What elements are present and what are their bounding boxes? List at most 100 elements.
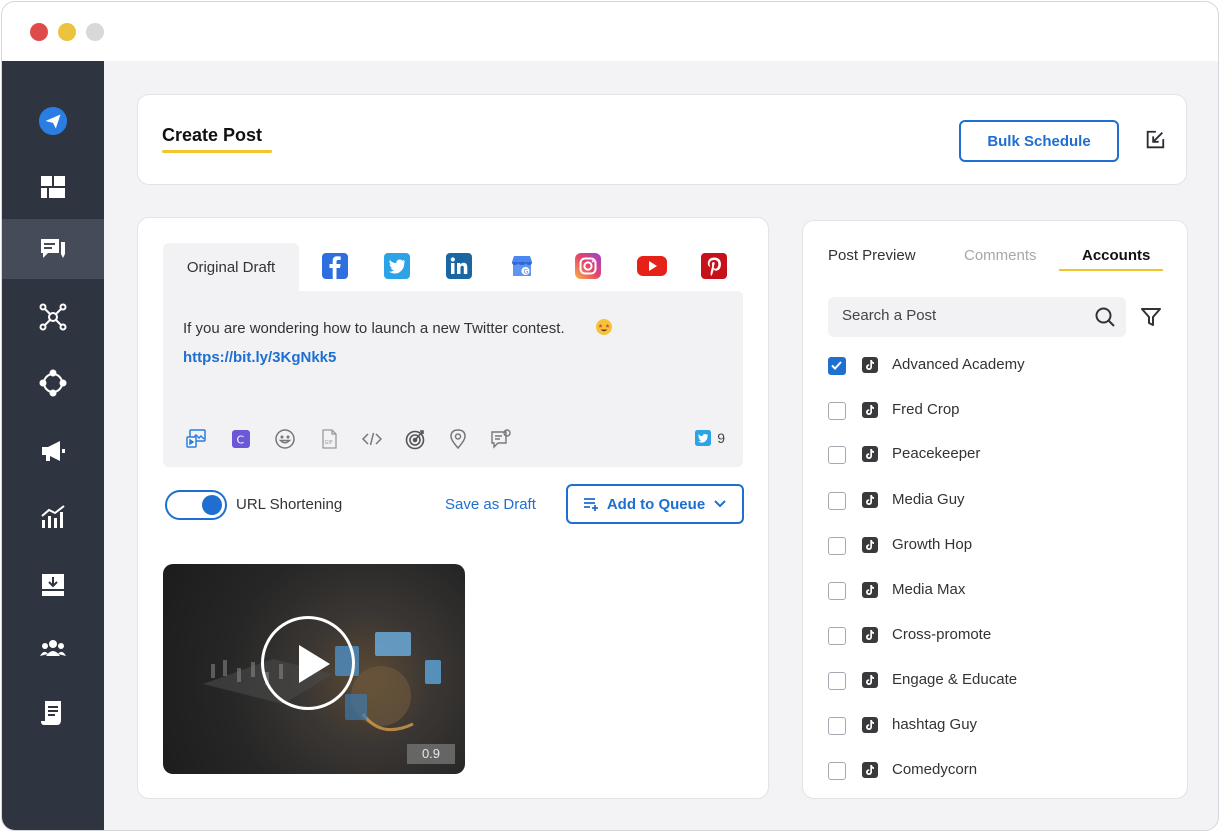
twitter-icon[interactable]: [384, 253, 410, 279]
tab-post-preview[interactable]: Post Preview: [828, 247, 916, 264]
account-name: Advanced Academy: [892, 356, 1025, 373]
post-editor[interactable]: If you are wondering how to launch a new…: [163, 291, 743, 467]
account-checkbox[interactable]: [828, 762, 846, 780]
account-checkbox[interactable]: [828, 627, 846, 645]
account-checkbox[interactable]: [828, 446, 846, 464]
account-row[interactable]: Media Max: [828, 579, 1168, 603]
team-icon: [40, 640, 66, 656]
search-icon[interactable]: [1094, 306, 1116, 328]
youtube-icon[interactable]: [637, 253, 667, 279]
linkedin-icon[interactable]: [446, 253, 472, 279]
account-search: [828, 297, 1126, 337]
account-row[interactable]: hashtag Guy: [828, 714, 1168, 738]
account-name: Fred Crop: [892, 401, 960, 418]
right-panel: Post Preview Comments Accounts Advanced …: [802, 220, 1188, 799]
send-logo-icon: [38, 106, 68, 136]
pinterest-icon[interactable]: [701, 253, 727, 279]
account-name: hashtag Guy: [892, 716, 978, 733]
code-icon[interactable]: [361, 428, 383, 450]
facebook-icon[interactable]: [322, 253, 348, 279]
account-checkbox[interactable]: [828, 717, 846, 735]
video-thumbnail[interactable]: 0.9: [163, 564, 465, 774]
play-button[interactable]: [261, 616, 355, 710]
account-checkbox[interactable]: [828, 357, 846, 375]
tiktok-icon: [862, 446, 878, 462]
edit-icon[interactable]: [1144, 129, 1166, 151]
network-icon: [39, 303, 67, 331]
filter-icon[interactable]: [1140, 306, 1162, 328]
account-name: Media Max: [892, 581, 966, 598]
dashboard-icon: [41, 176, 65, 198]
sidebar-item-inbox[interactable]: [2, 555, 104, 615]
instagram-icon[interactable]: [575, 253, 601, 279]
sidebar-item-campaigns[interactable]: [2, 421, 104, 481]
account-row[interactable]: Media Guy: [828, 489, 1168, 513]
first-comment-icon[interactable]: [490, 428, 512, 450]
url-shortening-label: URL Shortening: [236, 496, 343, 513]
account-name: Engage & Educate: [892, 671, 1018, 688]
window-maximize-button[interactable]: [86, 23, 104, 41]
google-business-icon[interactable]: G: [509, 253, 535, 279]
star-struck-emoji-icon: [596, 319, 612, 335]
url-shortening-toggle[interactable]: [165, 490, 227, 520]
sidebar-item-team[interactable]: [2, 619, 104, 679]
header-card: Create Post Bulk Schedule: [137, 94, 1187, 185]
chevron-down-icon: [714, 500, 726, 508]
bulk-schedule-button[interactable]: Bulk Schedule: [959, 120, 1119, 162]
account-row[interactable]: Comedycorn: [828, 759, 1168, 783]
add-to-queue-button[interactable]: Add to Queue: [566, 484, 744, 524]
tab-comments[interactable]: Comments: [964, 247, 1037, 264]
window-minimize-button[interactable]: [58, 23, 76, 41]
post-text[interactable]: If you are wondering how to launch a new…: [183, 320, 565, 337]
add-to-queue-label: Add to Queue: [606, 495, 706, 513]
post-link[interactable]: https://bit.ly/3KgNkk5: [183, 349, 336, 366]
tiktok-icon: [862, 582, 878, 598]
network-tabs: Original Draft G: [163, 243, 743, 291]
twitter-count-value: 9: [717, 430, 725, 446]
tiktok-icon: [862, 357, 878, 373]
sidebar-item-hub[interactable]: [2, 353, 104, 413]
analytics-icon: [41, 505, 65, 528]
account-checkbox[interactable]: [828, 402, 846, 420]
sidebar-item-compose[interactable]: [2, 219, 104, 279]
target-icon[interactable]: [404, 428, 426, 450]
account-checkbox[interactable]: [828, 582, 846, 600]
account-checkbox[interactable]: [828, 492, 846, 510]
tab-original-draft[interactable]: Original Draft: [163, 243, 299, 291]
inbox-download-icon: [42, 574, 64, 596]
canva-icon[interactable]: C: [230, 428, 252, 450]
account-checkbox[interactable]: [828, 672, 846, 690]
account-name: Media Guy: [892, 491, 965, 508]
svg-text:G: G: [524, 268, 529, 275]
media-gallery-icon[interactable]: [185, 428, 207, 450]
sidebar-item-network[interactable]: [2, 287, 104, 347]
video-duration: 0.9: [407, 744, 455, 764]
window-close-button[interactable]: [30, 23, 48, 41]
megaphone-icon: [42, 441, 65, 461]
sidebar-item-analytics[interactable]: [2, 487, 104, 547]
sidebar-item-logo[interactable]: [2, 91, 104, 151]
emoji-icon[interactable]: [274, 428, 296, 450]
save-draft-link[interactable]: Save as Draft: [445, 496, 536, 513]
account-row[interactable]: Peacekeeper: [828, 443, 1168, 467]
account-row[interactable]: Advanced Academy: [828, 354, 1168, 378]
location-pin-icon[interactable]: [447, 428, 469, 450]
compose-icon: [41, 239, 65, 258]
tiktok-icon: [862, 402, 878, 418]
active-tab-underline: [1059, 269, 1163, 271]
search-input[interactable]: [842, 307, 1082, 324]
account-row[interactable]: Growth Hop: [828, 534, 1168, 558]
account-row[interactable]: Cross-promote: [828, 624, 1168, 648]
svg-text:GIF: GIF: [325, 440, 333, 446]
account-row[interactable]: Engage & Educate: [828, 669, 1168, 693]
account-checkbox[interactable]: [828, 537, 846, 555]
account-row[interactable]: Fred Crop: [828, 399, 1168, 423]
tiktok-icon: [862, 537, 878, 553]
gif-icon[interactable]: GIF: [318, 428, 340, 450]
tab-accounts[interactable]: Accounts: [1082, 247, 1150, 264]
tiktok-icon: [862, 717, 878, 733]
account-name: Peacekeeper: [892, 445, 981, 462]
account-name: Growth Hop: [892, 536, 973, 553]
sidebar-item-reports[interactable]: [2, 683, 104, 743]
sidebar-item-dashboard[interactable]: [2, 157, 104, 217]
